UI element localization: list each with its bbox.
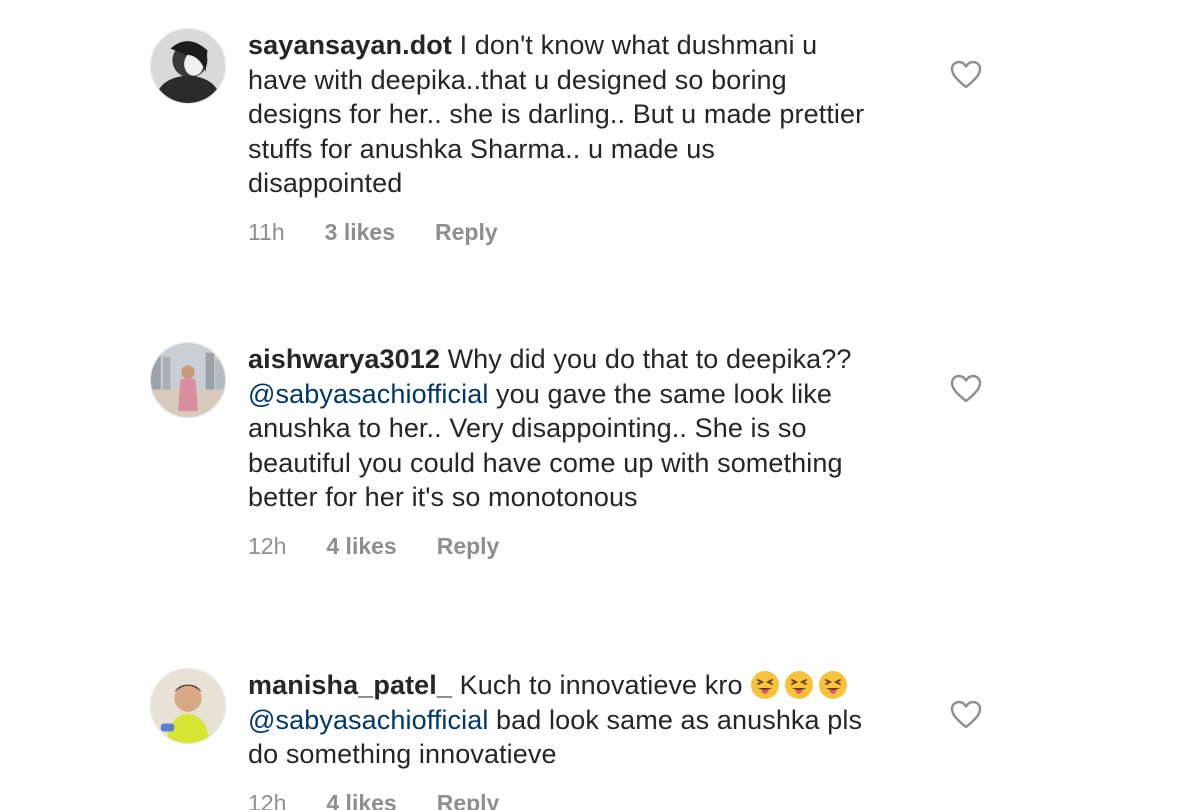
squinting-tongue-emoji-icon	[750, 670, 780, 700]
mention-link[interactable]: @sabyasachiofficial	[248, 379, 488, 409]
reply-button[interactable]: Reply	[435, 219, 498, 246]
comment-likes[interactable]: 4 likes	[326, 533, 396, 560]
mention-link[interactable]: @sabyasachiofficial	[248, 705, 488, 735]
reply-button[interactable]: Reply	[437, 533, 500, 560]
comment-username[interactable]: sayansayan.dot	[248, 30, 452, 60]
comment-meta: 12h 4 likes Reply	[248, 790, 868, 810]
comment-body: manisha_patel_ Kuch to innovatieve kro @…	[248, 668, 868, 810]
squinting-tongue-emoji-icon	[784, 670, 814, 700]
profile-photo	[151, 343, 225, 417]
avatar[interactable]	[150, 28, 226, 104]
comment-likes[interactable]: 4 likes	[326, 790, 396, 810]
heart-outline-icon[interactable]	[950, 700, 982, 730]
comment-username[interactable]: aishwarya3012	[248, 344, 440, 374]
comment-text: manisha_patel_ Kuch to innovatieve kro @…	[248, 668, 868, 772]
squinting-tongue-emoji-icon	[818, 670, 848, 700]
comment-time: 11h	[248, 218, 285, 245]
comment-content: Kuch to innovatieve kro	[459, 670, 743, 700]
profile-photo	[151, 29, 225, 103]
avatar[interactable]	[150, 342, 226, 418]
comment-time: 12h	[248, 532, 287, 559]
comment-time: 12h	[248, 789, 287, 810]
comment-body: aishwarya3012 Why did you do that to dee…	[248, 342, 868, 560]
profile-photo	[151, 669, 225, 743]
comment-meta: 12h 4 likes Reply	[248, 533, 868, 560]
comment-meta: 11h 3 likes Reply	[248, 219, 868, 246]
comment-likes[interactable]: 3 likes	[325, 219, 395, 246]
comment-body: sayansayan.dot I don't know what dushman…	[248, 28, 868, 246]
comment-content: Why did you do that to deepika??	[447, 344, 852, 374]
heart-outline-icon[interactable]	[950, 374, 982, 404]
reply-button[interactable]: Reply	[437, 790, 500, 810]
comment-text: sayansayan.dot I don't know what dushman…	[248, 28, 868, 201]
comment-text: aishwarya3012 Why did you do that to dee…	[248, 342, 868, 515]
comment-username[interactable]: manisha_patel_	[248, 670, 452, 700]
heart-outline-icon[interactable]	[950, 60, 982, 90]
avatar[interactable]	[150, 668, 226, 744]
